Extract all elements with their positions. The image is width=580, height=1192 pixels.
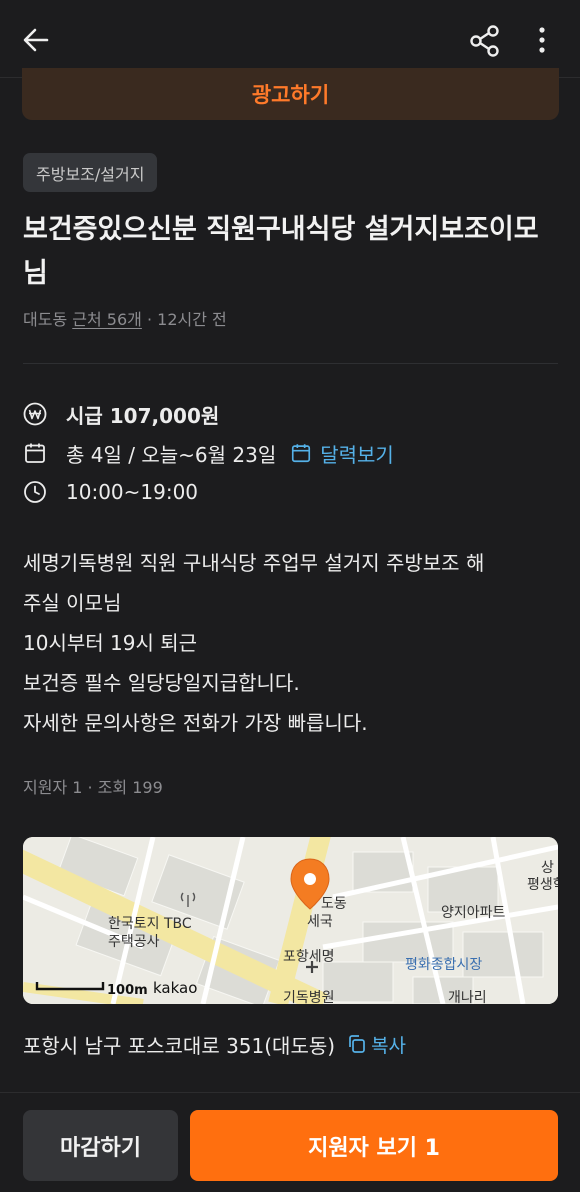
advertise-button[interactable]: 광고하기 [22, 68, 559, 120]
calendar-view-label: 달력보기 [320, 442, 394, 467]
kakao-logo: kakao [153, 979, 197, 997]
map-label-gidok: 기독병원 [283, 990, 335, 1004]
copy-icon [349, 1035, 365, 1053]
near-link[interactable]: 근처 56개 [72, 310, 142, 329]
view-applicants-button[interactable]: 지원자 보기 1 [190, 1110, 558, 1181]
location-label: 대도동 [23, 310, 68, 329]
hours-text: 10:00~19:00 [66, 480, 199, 504]
map-label-gaenari: 개나리 [448, 990, 487, 1004]
calendar-view-link[interactable]: 달력보기 [290, 439, 394, 468]
post-description: 세명기독병원 직원 구내식당 주업무 설거지 주방보조 해 주실 이모님 10시… [23, 543, 563, 743]
copy-address-button[interactable]: 복사 [347, 1031, 406, 1058]
post-title: 보건증있으신분 직원구내식당 설거지보조이모님 [23, 214, 539, 289]
won-icon [23, 402, 47, 426]
map-label-sebuk: 세국 [307, 914, 333, 930]
map-label-hanguk: 한국토지 TBC [108, 916, 192, 932]
address-text: 포항시 남구 포스코대로 351(대도동) [23, 1033, 336, 1058]
map-label-yangji: 양지아파트 [441, 905, 506, 921]
location-map[interactable]: 한국토지 TBC 주택공사 도동 세국 포항세명 기독병원 양지아파트 개나리 … [23, 837, 558, 1004]
map-label-market: 평화종합시장 [405, 957, 482, 973]
map-label-sang: 상 [541, 860, 554, 876]
description-line: 10시부터 19시 퇴근 [23, 631, 198, 655]
map-label-pohang: 포항세명 [283, 949, 335, 965]
bottom-action-bar: 마감하기 지원자 보기 1 [0, 1092, 580, 1192]
calendar-icon [25, 443, 45, 463]
share-icon[interactable] [468, 24, 502, 58]
map-label-pyeongsaeng: 평생학 [527, 877, 558, 893]
wage-row: 시급 107,000원 [23, 399, 219, 429]
post-time: · 12시간 전 [146, 310, 227, 329]
category-badge: 주방보조/설거지 [23, 153, 158, 192]
description-line: 보건증 필수 일당당일지급합니다. [23, 671, 300, 695]
map-label-dodong: 도동 [321, 896, 347, 912]
close-posting-button[interactable]: 마감하기 [23, 1110, 178, 1181]
top-bar [0, 0, 580, 78]
post-stats: 지원자 1 · 조회 199 [23, 778, 163, 797]
description-line: 자세한 문의사항은 전화가 가장 빠릅니다. [23, 711, 368, 735]
clock-icon [24, 481, 46, 503]
post-meta: 대도동 근처 56개 · 12시간 전 [23, 306, 227, 330]
schedule-text: 총 4일 / 오늘~6월 23일 [66, 442, 277, 467]
description-line: 주실 이모님 [23, 591, 122, 615]
copy-label: 복사 [371, 1034, 407, 1057]
address-row: 포항시 남구 포스코대로 351(대도동) 복사 [23, 1027, 406, 1061]
divider [23, 363, 558, 364]
map-label-housing: 주택공사 [108, 934, 160, 950]
wage-text: 시급 107,000원 [66, 403, 220, 428]
schedule-row: 총 4일 / 오늘~6월 23일 달력보기 [23, 438, 394, 468]
calendar-link-icon [292, 444, 311, 463]
description-line: 세명기독병원 직원 구내식당 주업무 설거지 주방보조 해 [23, 551, 485, 575]
more-vertical-icon[interactable] [527, 24, 557, 56]
hours-row: 10:00~19:00 [23, 477, 198, 507]
arrow-left-icon[interactable] [20, 24, 52, 56]
map-scale-label: 100m [107, 983, 148, 998]
